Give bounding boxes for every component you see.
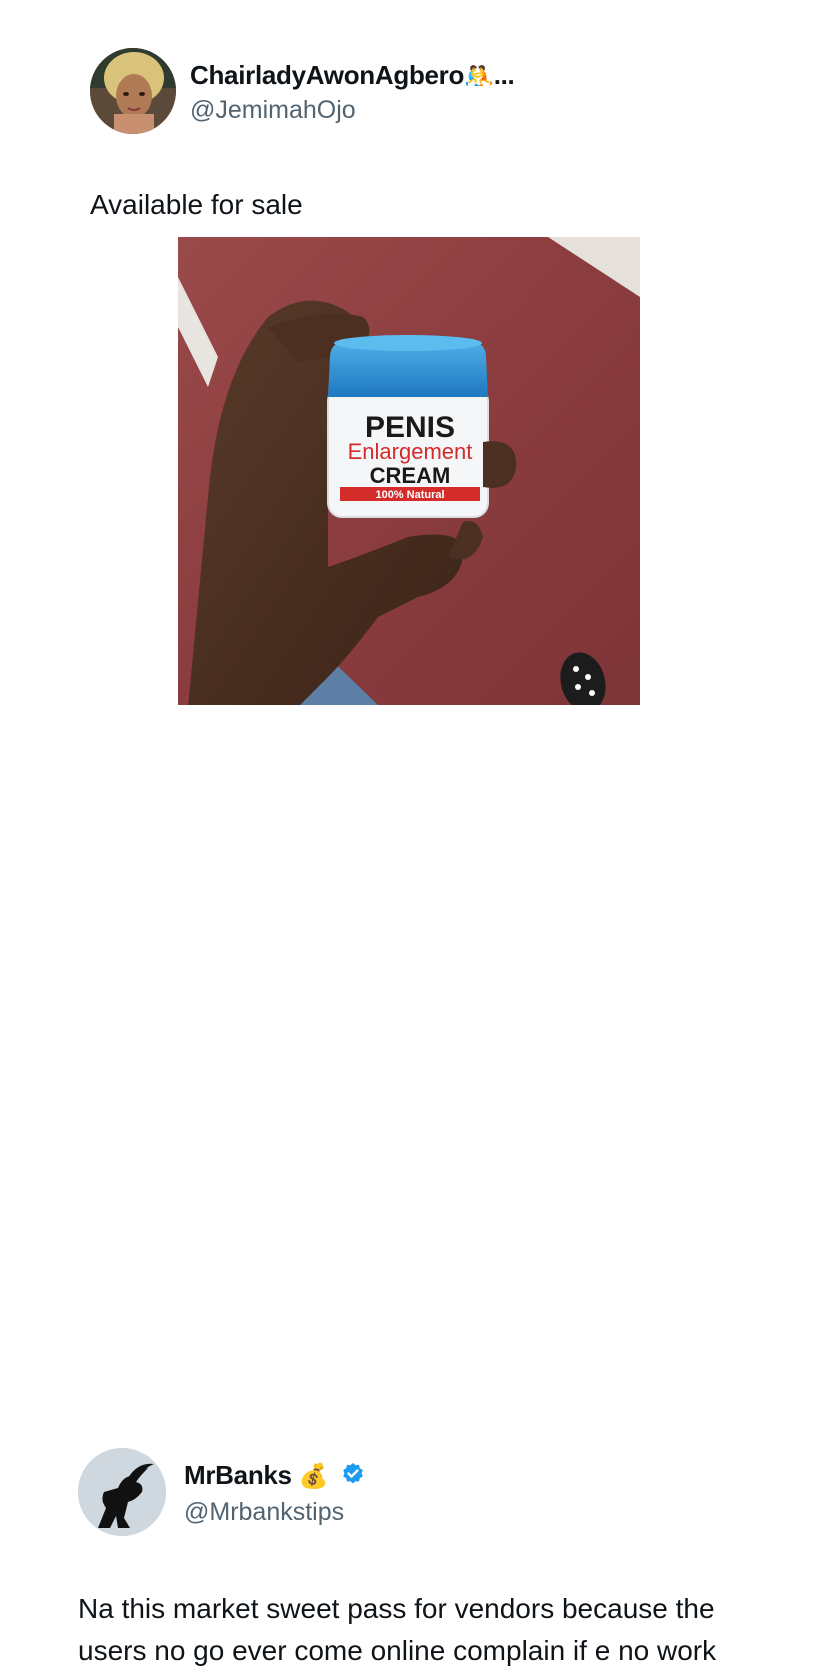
avatar[interactable] [90, 48, 176, 134]
jar-label-line3: CREAM [370, 463, 451, 488]
display-name[interactable]: MrBanks 💰 [184, 1460, 365, 1493]
user-handle[interactable]: @JemimahOjo [190, 96, 356, 125]
avatar-photo [90, 48, 176, 134]
avatar[interactable] [78, 1448, 166, 1536]
tweet-reply: MrBanks 💰 @Mrbankstips Na this market sw… [0, 720, 820, 1666]
user-handle[interactable]: @Mrbankstips [184, 1498, 344, 1527]
jar-label-line4: 100% Natural [375, 489, 444, 501]
wrestling-emoji-icon: 🤼 [464, 63, 494, 90]
goat-silhouette-icon [78, 1448, 166, 1536]
display-name[interactable]: ChairladyAwonAgbero🤼... [190, 60, 515, 91]
tweet-photo[interactable]: PENIS Enlargement CREAM 100% Natural [178, 237, 640, 705]
product-photo: PENIS Enlargement CREAM 100% Natural [178, 237, 640, 705]
tweet-original: ChairladyAwonAgbero🤼... @JemimahOjo Avai… [0, 0, 820, 720]
verified-badge-icon [341, 1462, 365, 1493]
tweet-text: Na this market sweet pass for vendors be… [78, 1593, 717, 1666]
jar-label-line2: Enlargement [348, 439, 473, 464]
money-bag-icon: 💰 [298, 1463, 329, 1490]
cream-jar: PENIS Enlargement CREAM 100% Natural [327, 335, 489, 518]
tweet-text: Available for sale [90, 189, 303, 220]
